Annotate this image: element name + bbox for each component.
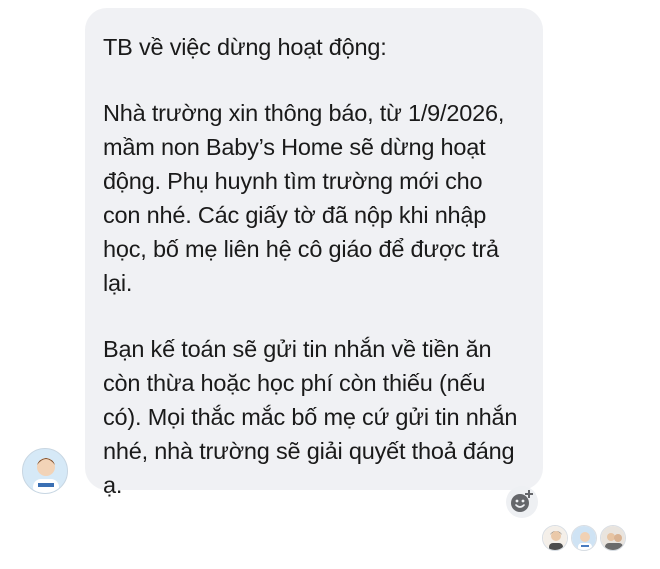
message-paragraph: Bạn kế toán sẽ gửi tin nhắn về tiền ăn c… — [103, 336, 518, 498]
add-reaction-icon — [511, 490, 533, 512]
seen-avatar[interactable] — [571, 525, 597, 551]
seen-avatar-image — [572, 526, 596, 550]
seen-indicators — [542, 525, 626, 551]
seen-avatar[interactable] — [542, 525, 568, 551]
message-paragraph: TB về việc dừng hoạt động: — [103, 34, 387, 60]
seen-avatar-image — [601, 526, 625, 550]
seen-avatar[interactable] — [600, 525, 626, 551]
avatar-image — [23, 449, 67, 493]
seen-avatar-image — [543, 526, 567, 550]
message-text: TB về việc dừng hoạt động: Nhà trường xi… — [103, 30, 523, 502]
add-reaction-button[interactable] — [506, 486, 538, 518]
message-bubble[interactable]: TB về việc dừng hoạt động: Nhà trường xi… — [85, 8, 543, 498]
message-paragraph: Nhà trường xin thông báo, từ 1/9/2026, m… — [103, 100, 505, 296]
sender-avatar[interactable] — [22, 448, 68, 494]
